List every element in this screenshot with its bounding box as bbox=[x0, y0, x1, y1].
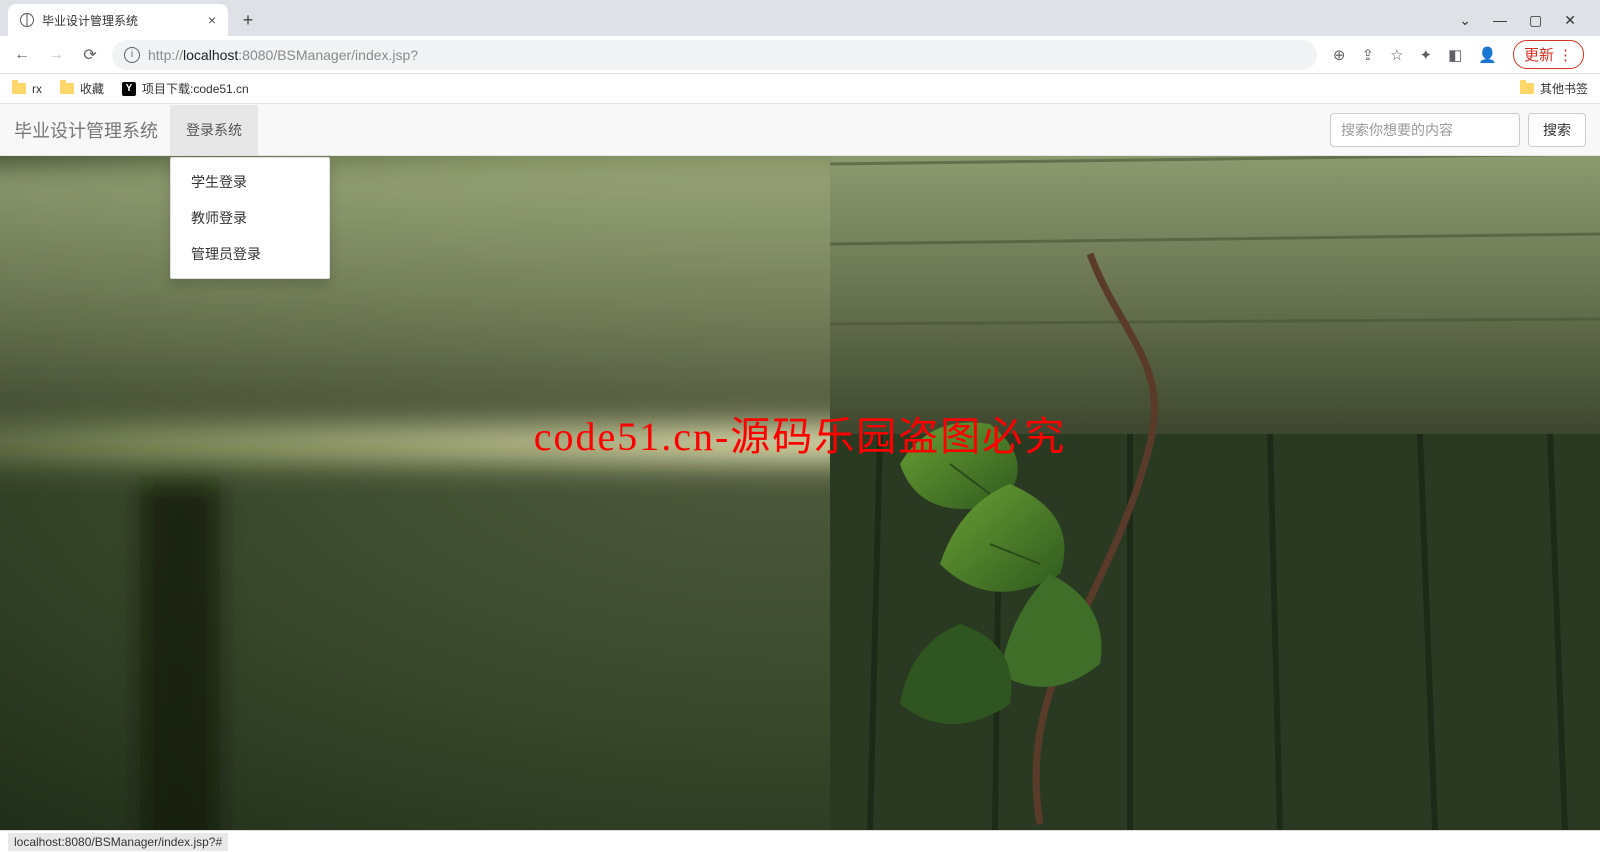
window-maximize-icon[interactable]: ▢ bbox=[1529, 12, 1542, 29]
browser-tab[interactable]: 毕业设计管理系统 × bbox=[8, 4, 228, 36]
nav-login-dropdown-toggle[interactable]: 登录系统 bbox=[170, 105, 258, 155]
bookmark-label: 收藏 bbox=[80, 80, 104, 97]
share-icon[interactable]: ⇪ bbox=[1362, 46, 1375, 64]
address-bar-icons: ⊕ ⇪ ☆ ✦ ◧ 👤 更新⋮ bbox=[1327, 40, 1590, 69]
folder-icon bbox=[12, 83, 26, 94]
address-bar: ← → ⟳ i http://localhost:8080/BSManager/… bbox=[0, 36, 1600, 74]
folder-icon bbox=[60, 83, 74, 94]
bookmark-star-icon[interactable]: ☆ bbox=[1390, 46, 1403, 64]
dropdown-item-admin-login[interactable]: 管理员登录 bbox=[171, 236, 329, 272]
bookmark-rx[interactable]: rx bbox=[12, 82, 42, 96]
site-info-icon[interactable]: i bbox=[124, 47, 140, 63]
favicon-icon: Y bbox=[122, 82, 136, 96]
url-host: localhost bbox=[183, 47, 238, 63]
profile-icon[interactable]: 👤 bbox=[1478, 46, 1497, 64]
url-prefix: http:// bbox=[148, 47, 183, 63]
window-close-icon[interactable]: ✕ bbox=[1564, 12, 1576, 29]
tab-title: 毕业设计管理系统 bbox=[42, 12, 200, 29]
url-path: :8080/BSManager/index.jsp? bbox=[238, 47, 418, 63]
url-field[interactable]: i http://localhost:8080/BSManager/index.… bbox=[112, 40, 1317, 70]
extensions-icon[interactable]: ✦ bbox=[1420, 46, 1433, 64]
bookmarks-bar: rx 收藏 Y 项目下载:code51.cn 其他书签 bbox=[0, 74, 1600, 104]
update-button[interactable]: 更新⋮ bbox=[1513, 40, 1584, 69]
browser-chrome: 毕业设计管理系统 × + ⌄ — ▢ ✕ ← → ⟳ i http://loca… bbox=[0, 0, 1600, 104]
search-button[interactable]: 搜索 bbox=[1528, 113, 1586, 147]
bookmark-other[interactable]: 其他书签 bbox=[1520, 80, 1588, 97]
bookmark-label: rx bbox=[32, 82, 42, 96]
dropdown-item-student-login[interactable]: 学生登录 bbox=[171, 164, 329, 200]
bookmark-code51[interactable]: Y 项目下载:code51.cn bbox=[122, 80, 249, 97]
url-text: http://localhost:8080/BSManager/index.js… bbox=[148, 47, 418, 63]
status-bar: localhost:8080/BSManager/index.jsp?# bbox=[0, 830, 1600, 852]
globe-icon bbox=[20, 13, 34, 27]
tab-bar: 毕业设计管理系统 × + ⌄ — ▢ ✕ bbox=[0, 0, 1600, 36]
status-link-preview: localhost:8080/BSManager/index.jsp?# bbox=[8, 833, 228, 851]
bookmark-label: 项目下载:code51.cn bbox=[142, 80, 249, 97]
window-minimize-icon[interactable]: — bbox=[1493, 12, 1507, 29]
bookmark-label: 其他书签 bbox=[1540, 80, 1588, 97]
close-tab-icon[interactable]: × bbox=[208, 12, 216, 28]
side-panel-icon[interactable]: ◧ bbox=[1448, 46, 1462, 64]
page-content: 毕业设计管理系统 登录系统 学生登录 教师登录 管理员登录 搜索 code51.… bbox=[0, 104, 1600, 830]
window-controls: ⌄ — ▢ ✕ bbox=[1459, 12, 1592, 29]
app-navbar: 毕业设计管理系统 登录系统 学生登录 教师登录 管理员登录 搜索 bbox=[0, 104, 1600, 156]
new-tab-button[interactable]: + bbox=[234, 6, 262, 34]
nav-item-login: 登录系统 学生登录 教师登录 管理员登录 bbox=[170, 105, 258, 155]
login-dropdown-menu: 学生登录 教师登录 管理员登录 bbox=[170, 157, 330, 279]
dropdown-item-teacher-login[interactable]: 教师登录 bbox=[171, 200, 329, 236]
window-dropdown-icon[interactable]: ⌄ bbox=[1459, 12, 1471, 29]
zoom-icon[interactable]: ⊕ bbox=[1333, 46, 1346, 64]
folder-icon bbox=[1520, 83, 1534, 94]
search-input[interactable] bbox=[1330, 113, 1520, 147]
bookmark-favorites[interactable]: 收藏 bbox=[60, 80, 104, 97]
search-form: 搜索 bbox=[1330, 113, 1586, 147]
nav-reload-button[interactable]: ⟳ bbox=[78, 43, 102, 67]
app-brand: 毕业设计管理系统 bbox=[14, 117, 158, 143]
nav-forward-button[interactable]: → bbox=[44, 43, 68, 67]
nav-back-button[interactable]: ← bbox=[10, 43, 34, 67]
